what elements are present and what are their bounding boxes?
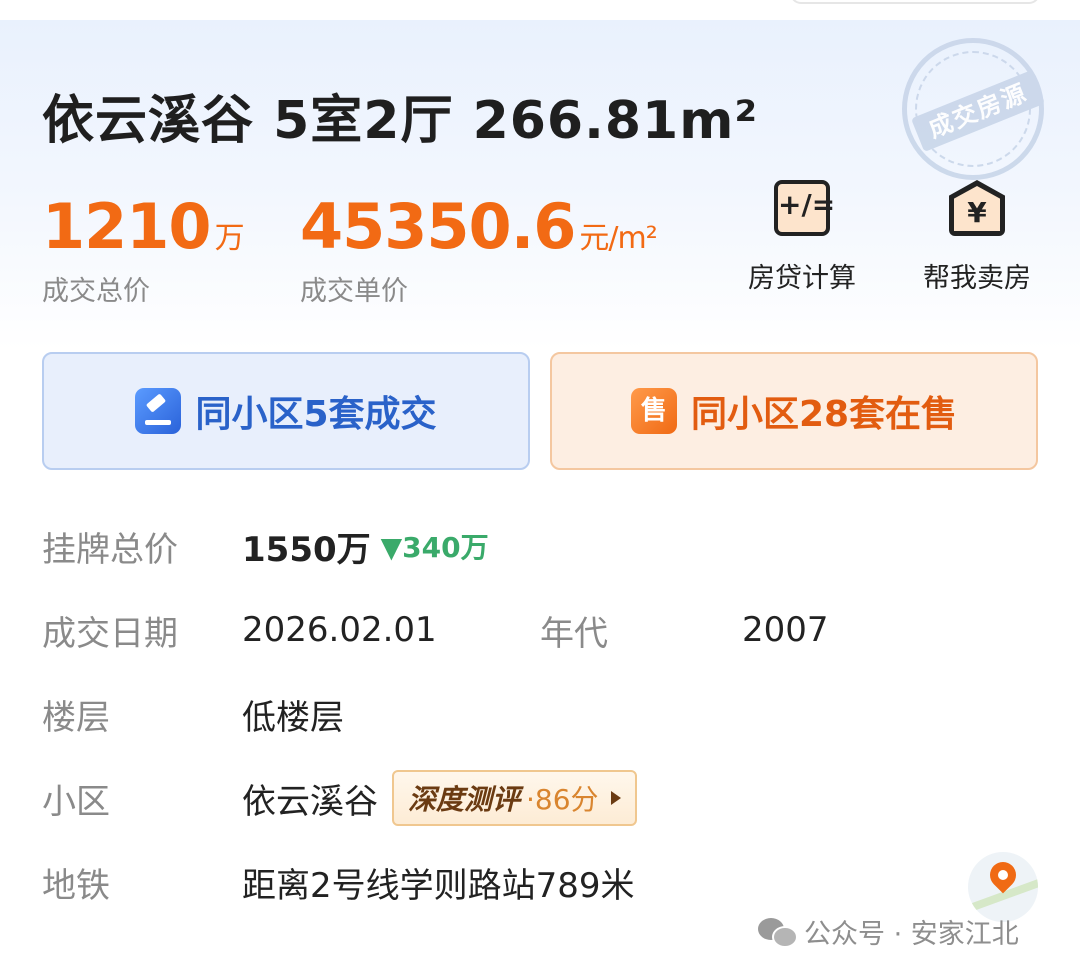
page-title: 依云溪谷 5室2厅 266.81m²: [42, 91, 759, 151]
same-community-on-sale-label: 同小区28套在售: [690, 394, 958, 435]
community-label: 小区: [42, 781, 110, 822]
floor-label: 楼层: [42, 697, 110, 738]
mortgage-calculator-label: 房贷计算: [748, 263, 856, 294]
evaluation-score: ·86分: [526, 783, 599, 816]
evaluation-title: 深度测评: [408, 783, 521, 816]
deal-price-unit: 万: [214, 221, 245, 256]
watermark-text: 公众号 · 安家江北: [804, 919, 1019, 950]
sale-tag-icon: 售: [630, 388, 677, 434]
metro-label: 地铁: [42, 865, 110, 906]
top-search-pill[interactable]: [790, 0, 1040, 4]
price-drop-badge: ▼340万: [380, 531, 489, 564]
same-community-sold-button[interactable]: 同小区5套成交: [42, 352, 530, 470]
deal-date-value: 2026.02.01: [242, 610, 437, 650]
unit-price-value: 45350.6 元/m²: [300, 190, 658, 263]
unit-price-label: 成交单价: [300, 276, 408, 307]
year-built-value: 2007: [742, 610, 829, 650]
community-evaluation-badge[interactable]: 深度测评 ·86分: [392, 770, 637, 826]
community-row: 小区 依云溪谷 深度测评 ·86分: [42, 768, 637, 828]
sell-house-button[interactable]: ¥ 帮我卖房: [912, 180, 1042, 295]
unit-price-block: 45350.6 元/m² 成交单价: [300, 190, 658, 308]
watermark: 公众号 · 安家江北: [758, 912, 1019, 951]
deal-price-block: 1210 万 成交总价: [42, 190, 245, 308]
house-yen-icon: ¥: [949, 180, 1005, 236]
deal-price-label: 成交总价: [42, 276, 150, 307]
metro-value: 距离2号线学则路站789米: [242, 865, 635, 906]
mortgage-calculator-button[interactable]: +/= 房贷计算: [737, 180, 867, 295]
metro-row: 地铁 距离2号线学则路站789米: [42, 852, 635, 912]
stamp-label: 成交房源: [910, 69, 1046, 153]
listing-price-value: 1550万: [242, 529, 371, 570]
floor-value: 低楼层: [242, 697, 344, 738]
same-community-on-sale-button[interactable]: 售 同小区28套在售: [550, 352, 1038, 470]
calculator-icon: +/=: [774, 180, 835, 236]
gavel-icon: [135, 388, 182, 434]
deal-date-label: 成交日期: [42, 613, 178, 654]
listing-price-row: 挂牌总价 1550万 ▼340万: [42, 516, 489, 576]
listing-price-label: 挂牌总价: [42, 529, 178, 570]
deal-price-value: 1210 万: [42, 190, 245, 263]
top-strip: [0, 0, 1080, 22]
floor-row: 楼层 低楼层: [42, 684, 344, 744]
sell-house-label: 帮我卖房: [923, 263, 1031, 294]
deal-stamp-icon: 成交房源: [902, 38, 1046, 180]
wechat-icon: [758, 916, 798, 948]
year-built-label: 年代: [540, 613, 608, 654]
same-community-sold-label: 同小区5套成交: [195, 394, 437, 435]
deal-date-row: 成交日期 2026.02.01 年代 2007: [42, 600, 1042, 660]
unit-price-unit: 元/m²: [579, 221, 657, 256]
community-value[interactable]: 依云溪谷: [242, 774, 378, 823]
chevron-right-icon: [610, 791, 621, 805]
